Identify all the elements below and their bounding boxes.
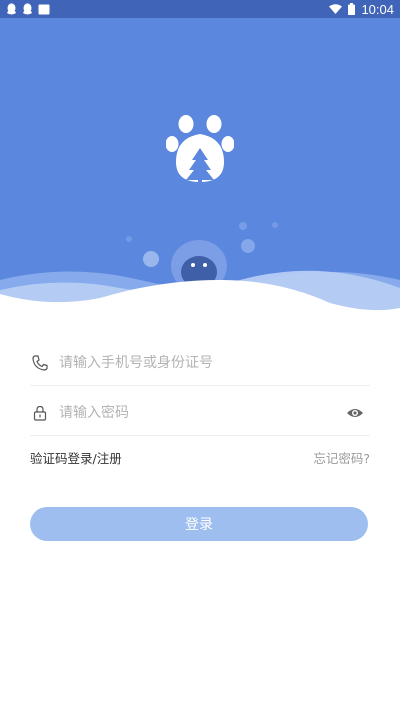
bubble <box>143 251 159 267</box>
forgot-password-link[interactable]: 忘记密码? <box>313 448 370 467</box>
sms-login-link[interactable]: 验证码登录/注册 <box>30 448 122 467</box>
battery-icon <box>348 3 356 15</box>
login-button[interactable]: 登录 <box>30 507 368 541</box>
hero-header <box>0 18 400 318</box>
qq-icon <box>23 3 32 15</box>
auth-links: 验证码登录/注册 忘记密码? <box>30 448 370 467</box>
lock-icon <box>33 405 47 421</box>
status-bar: 10:04 <box>0 0 400 18</box>
password-field <box>30 390 370 436</box>
wifi-icon <box>329 4 343 14</box>
account-field <box>30 340 370 386</box>
status-time: 10:04 <box>361 1 394 17</box>
message-icon <box>38 4 50 14</box>
account-input[interactable] <box>57 347 370 378</box>
paw-logo-icon <box>166 115 234 182</box>
status-right-icons: 10:04 <box>329 2 394 17</box>
status-left-icons <box>6 3 50 15</box>
login-form: 验证码登录/注册 忘记密码? 登录 <box>30 340 370 541</box>
password-input[interactable] <box>57 397 346 428</box>
bubble <box>239 222 247 230</box>
bubble <box>272 222 278 228</box>
bubble <box>126 236 132 242</box>
qq-icon <box>7 3 16 15</box>
bubble <box>241 239 255 253</box>
eye-icon[interactable] <box>346 406 364 420</box>
phone-icon <box>32 354 48 371</box>
